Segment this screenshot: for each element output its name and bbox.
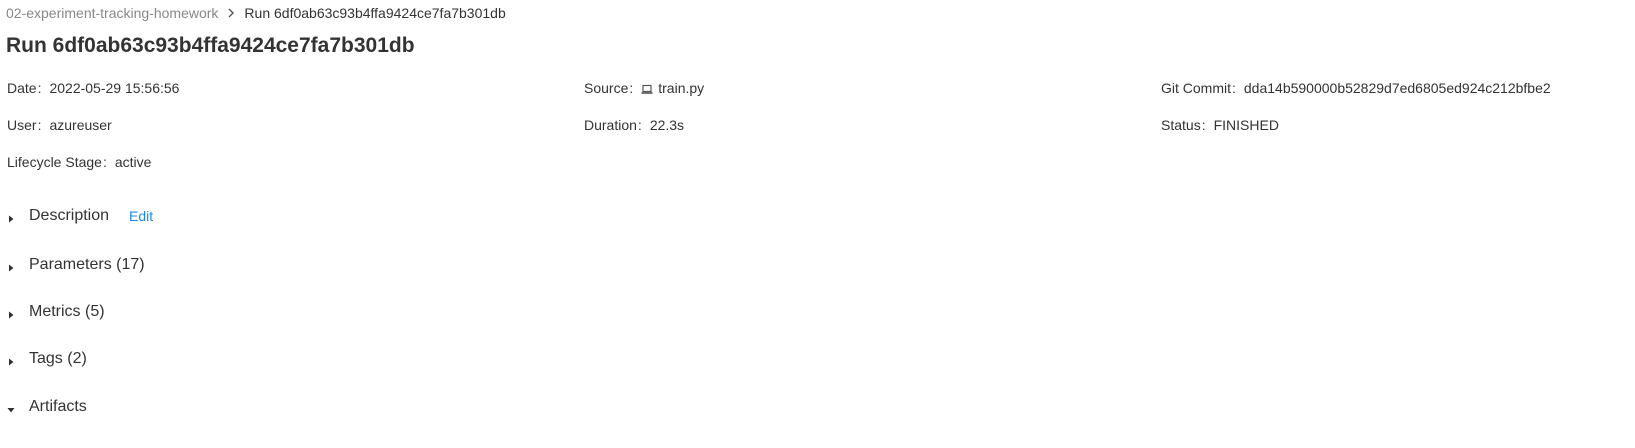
- lifecycle-stage-value: active: [114, 154, 152, 170]
- caret-right-icon[interactable]: [6, 211, 16, 223]
- meta-date: Date: 2022-05-29 15:56:56: [7, 79, 179, 97]
- section-description-label[interactable]: Description: [29, 207, 109, 225]
- date-colon: :: [37, 80, 42, 96]
- caret-right-icon[interactable]: [6, 260, 16, 272]
- breadcrumb: 02-experiment-tracking-homework Run 6df0…: [6, 4, 506, 22]
- user-colon: :: [37, 117, 42, 133]
- section-metrics-label[interactable]: Metrics (5): [29, 303, 105, 321]
- section-artifacts[interactable]: Artifacts: [6, 396, 87, 418]
- description-edit-link[interactable]: Edit: [129, 208, 153, 224]
- source-value-link[interactable]: train.py: [658, 80, 704, 96]
- duration-label: Duration: [584, 117, 637, 133]
- caret-down-icon[interactable]: [6, 402, 16, 413]
- breadcrumb-current-run: Run 6df0ab63c93b4ffa9424ce7fa7b301db: [244, 5, 506, 21]
- meta-git-commit: Git Commit: dda14b590000b52829d7ed6805ed9…: [1161, 79, 1551, 97]
- lifecycle-stage-colon: :: [102, 154, 107, 170]
- section-metrics[interactable]: Metrics (5): [6, 301, 105, 323]
- section-parameters-label[interactable]: Parameters (17): [29, 256, 145, 274]
- breadcrumb-experiment-link[interactable]: 02-experiment-tracking-homework: [6, 5, 218, 21]
- status-colon: :: [1201, 117, 1206, 133]
- caret-right-icon[interactable]: [6, 307, 16, 319]
- meta-status: Status: FINISHED: [1161, 116, 1279, 134]
- meta-lifecycle-stage: Lifecycle Stage: active: [7, 153, 151, 171]
- git-commit-label: Git Commit: [1161, 80, 1231, 96]
- section-description: Description Edit: [6, 205, 153, 227]
- status-label: Status: [1161, 117, 1201, 133]
- meta-source: Source: train.py: [584, 79, 704, 99]
- source-label: Source: [584, 80, 629, 96]
- caret-right-icon[interactable]: [6, 354, 16, 366]
- lifecycle-stage-label: Lifecycle Stage: [7, 154, 102, 170]
- section-tags[interactable]: Tags (2): [6, 348, 87, 370]
- section-parameters[interactable]: Parameters (17): [6, 254, 145, 276]
- section-artifacts-label[interactable]: Artifacts: [29, 398, 87, 416]
- meta-duration: Duration: 22.3s: [584, 116, 684, 134]
- duration-colon: :: [637, 117, 642, 133]
- date-label: Date: [7, 80, 37, 96]
- git-commit-value: dda14b590000b52829d7ed6805ed924c212bfbe2: [1243, 80, 1551, 96]
- status-value: FINISHED: [1213, 117, 1279, 133]
- chevron-right-icon: [226, 6, 236, 20]
- git-commit-colon: :: [1232, 80, 1236, 96]
- section-tags-label[interactable]: Tags (2): [29, 350, 87, 368]
- page-title: Run 6df0ab63c93b4ffa9424ce7fa7b301db: [6, 34, 415, 57]
- date-value: 2022-05-29 15:56:56: [49, 80, 180, 96]
- user-value: azureuser: [49, 117, 112, 133]
- meta-user: User: azureuser: [7, 116, 112, 134]
- laptop-icon: [641, 81, 653, 99]
- user-label: User: [7, 117, 37, 133]
- source-colon: :: [629, 80, 634, 96]
- duration-value: 22.3s: [649, 117, 685, 133]
